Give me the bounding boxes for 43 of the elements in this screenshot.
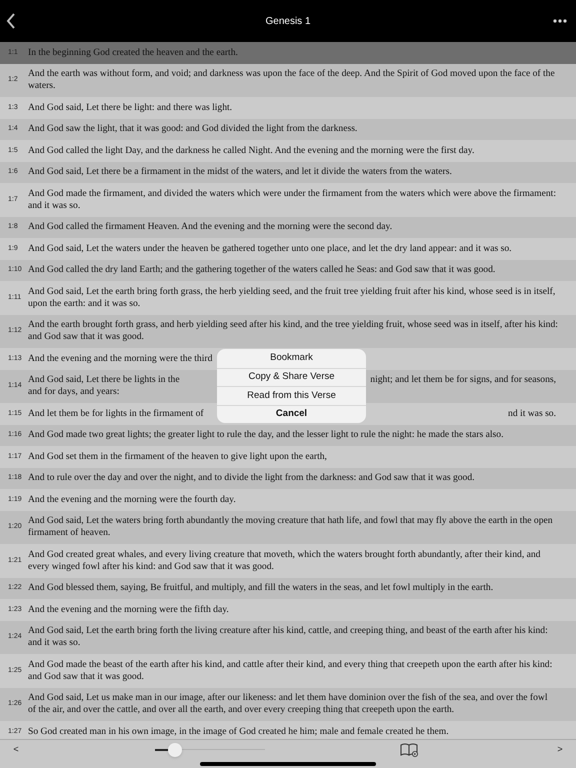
verse-text: And God said, Let us make man in our image, after our likeness: and let them have dominion over the fish of the sea, and over the fowl of the air, and over the cattle, and over all the earth, and over every creeping thing that creepeth upon the earth. (28, 692, 549, 716)
verse-text: And God set them in the firmament of the heaven to give light upon the earth, (28, 450, 327, 463)
verse-text: And the earth was without form, and void; and darkness was upon the face of the deep. And the Spirit of God moved upon the face of the waters. (28, 68, 556, 92)
verse-text: And God called the firmament Heaven. And the evening and the morning were the second day. (28, 221, 392, 234)
menu-item[interactable]: Bookmark (217, 349, 366, 368)
verse-text: And let them be for lights in the firmament of (28, 408, 204, 420)
verse-text: and God saw that it was good. (28, 331, 144, 344)
verse-text: And God called the dry land Earth; and the gathering together of the waters called he Seas: and God saw that it was good. (28, 264, 496, 276)
verse-text: And the evening and the morning were the third (28, 352, 212, 365)
verse-text: And God made the firmament, and divided the waters which were under the firmament from the waters which were above the firmament: and it was so. (28, 188, 556, 212)
verse-text: And God said, Let there be a firmament in the midst of the waters, and let it divide the waters from the waters. (28, 166, 452, 178)
menu-item[interactable]: Cancel (217, 404, 366, 423)
verse-text: and for days, and years: (28, 386, 120, 398)
verse-text: So God created man in his own image, in the image of God created he him; male and female created he them. (28, 726, 449, 738)
verse-text: And God made the beast of the earth after his kind, and cattle after their kind, and every thing that creepeth upon the earth after his kind: and God saw that it was good. (28, 658, 554, 683)
verse-text: night; and let them be for signs, and for seasons, (370, 374, 556, 386)
verse-text: And God created great whales, and every living creature that moveth, which the waters brought forth abundantly, after their kind, and every winged fowl after his kind: and God saw that it was good. (28, 548, 542, 573)
verse-text: And God made two great lights; the greater light to rule the day, and the lesser light to rule the night: he made the stars also. (28, 429, 504, 442)
verse-text: In the beginning God created the heaven and the earth. (28, 46, 238, 59)
window-title: Genesis 1 (265, 14, 311, 28)
verse-text: And to rule over the day and over the night, and to divide the light from the darkness: and God saw that it was good. (28, 472, 475, 484)
slider-thumb[interactable] (168, 742, 182, 756)
verse-text: And the evening and the morning were the fourth day. (28, 494, 236, 506)
verse-text: And God blessed them, saying, Be fruitful, and multiply, and fill the waters in the seas, and let fowl multiply in the earth. (28, 582, 494, 594)
book-icon[interactable] (400, 742, 418, 756)
next-button[interactable]: > (554, 742, 566, 756)
verse-text: And God said, Let the earth bring forth the living creature after his kind, cattle, and creeping thing, and beast of the earth after his kind: and it was so. (28, 625, 549, 650)
verse-text: And God said, Let there be light: and there was light. (28, 102, 232, 114)
previous-button[interactable]: < (10, 742, 22, 756)
menu-item[interactable]: Read from this Verse (217, 386, 366, 404)
verse-text: And God called the light Day, and the darkness he called Night. And the evening and the morning were the first day. (28, 144, 474, 157)
more-icon (553, 19, 567, 23)
verse-text: nd it was so. (508, 408, 556, 420)
back-chevron-icon (6, 13, 16, 29)
verse-text: And God said, Let the earth bring forth grass, the herb yielding seed, and the fruit tree yielding fruit after his kind, whose seed is in itself, upon the earth: and it was so. (28, 286, 556, 310)
verse-text: And God said, Let there be lights in the (28, 374, 180, 386)
verse-text: And God said, Let the waters bring forth abundantly the moving creature that hath life, and fowl that may fly above the earth in the open firmament of heaven. (28, 515, 554, 540)
verse-text: And the evening and the morning were the fifth day. (28, 604, 229, 616)
verse-text: And God said, Let the waters under the heaven be gathered together unto one place, and let the dry land appear: and it was so. (28, 242, 512, 255)
verse-text: And God saw the light, that it was good: and God divided the light from the darkness. (28, 123, 358, 136)
verse-text: And the earth brought forth grass, and herb yielding seed after his kind, and the tree yielding fruit, whose seed was in itself, after his kind: (28, 319, 558, 332)
font-size-slider[interactable] (155, 742, 265, 756)
menu-item[interactable]: Copy & Share Verse (217, 368, 366, 386)
